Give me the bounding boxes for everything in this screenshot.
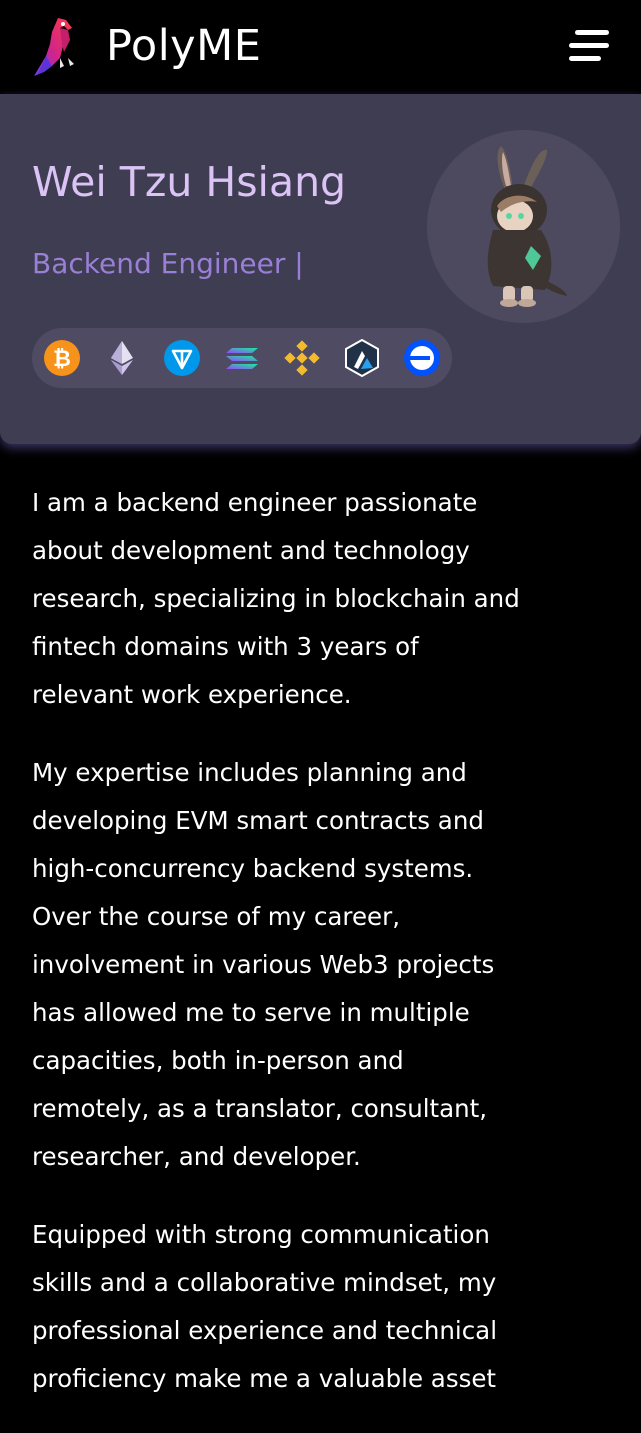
- ton-icon[interactable]: [163, 339, 201, 377]
- about-paragraph-3: Equipped with strong communication skill…: [32, 1220, 497, 1393]
- base-icon[interactable]: [403, 339, 441, 377]
- profile-name: Wei Tzu Hsiang: [32, 158, 347, 206]
- top-navbar: PolyME: [0, 0, 641, 94]
- blockchain-icons-bar: ₿: [32, 328, 452, 388]
- svg-text:₿: ₿: [53, 347, 71, 372]
- profile-hero: Wei Tzu Hsiang Backend Engineer | ₿: [0, 94, 641, 444]
- bnb-icon[interactable]: [283, 339, 321, 377]
- hamburger-menu-icon[interactable]: [563, 26, 615, 68]
- arbitrum-icon[interactable]: [343, 339, 381, 377]
- parrot-logo-icon[interactable]: [30, 14, 82, 78]
- ethereum-icon[interactable]: [103, 339, 141, 377]
- about-paragraph-1: I am a backend engineer passionate about…: [32, 488, 520, 709]
- bunny-hoodie-avatar: [487, 146, 567, 307]
- bitcoin-icon[interactable]: ₿: [43, 339, 81, 377]
- about-section: I am a backend engineer passionate about…: [32, 479, 522, 1433]
- profile-role: Backend Engineer |: [32, 247, 304, 280]
- brand-name[interactable]: PolyME: [106, 20, 261, 72]
- avatar: [427, 130, 620, 323]
- solana-icon[interactable]: [223, 339, 261, 377]
- about-paragraph-2: My expertise includes planning and devel…: [32, 758, 495, 1171]
